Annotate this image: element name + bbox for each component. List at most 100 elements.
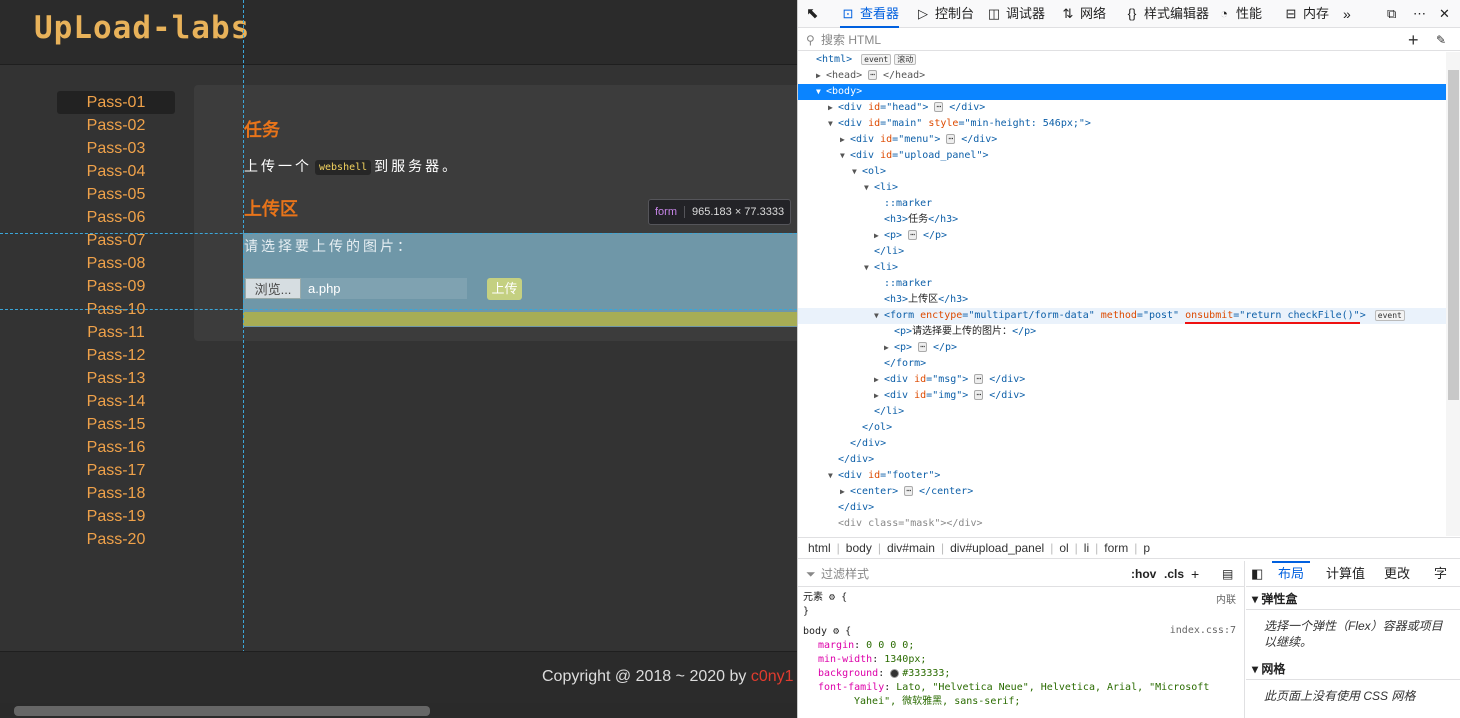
upload-button[interactable]: 上传 bbox=[487, 278, 522, 300]
css-property-name[interactable]: background bbox=[818, 668, 878, 679]
menu-item-pass-16[interactable]: Pass-16 bbox=[57, 436, 175, 459]
tree-node-h3[interactable]: <h3>上传区</h3> bbox=[798, 292, 1446, 308]
eyedropper-icon[interactable]: ✎ bbox=[1436, 29, 1446, 51]
breadcrumb-item[interactable]: li bbox=[1084, 541, 1089, 555]
menu-item-pass-01[interactable]: Pass-01 bbox=[57, 91, 175, 114]
dock-icon[interactable]: ⧉ bbox=[1387, 0, 1396, 28]
menu-item-pass-06[interactable]: Pass-06 bbox=[57, 206, 175, 229]
menu-item-pass-12[interactable]: Pass-12 bbox=[57, 344, 175, 367]
menu-item-pass-09[interactable]: Pass-09 bbox=[57, 275, 175, 298]
add-rule-icon[interactable]: + bbox=[1191, 561, 1199, 587]
filter-styles-input[interactable]: 过滤样式 bbox=[821, 561, 869, 587]
html-search-input[interactable]: 搜索 HTML bbox=[821, 29, 881, 51]
tree-node-center[interactable]: ▶ <center> ⋯ </center> bbox=[798, 484, 1446, 500]
css-property-name[interactable]: min-width bbox=[818, 654, 872, 665]
tree-node-div-head[interactable]: ▶ <div id="head"> ⋯ </div> bbox=[798, 100, 1446, 116]
flexbox-section[interactable]: ▾ 弹性盒 bbox=[1246, 588, 1460, 610]
tree-node-ol-close[interactable]: </ol> bbox=[798, 420, 1446, 436]
tree-node-li-close[interactable]: </li> bbox=[798, 244, 1446, 260]
tree-node-li-close[interactable]: </li> bbox=[798, 404, 1446, 420]
tab-2[interactable]: ◫ 调试器 bbox=[986, 0, 1045, 28]
css-property-value[interactable]: Yahei", 微软雅黑, sans-serif; bbox=[854, 696, 1020, 707]
breadcrumb-item[interactable]: div#upload_panel bbox=[950, 541, 1044, 555]
tree-node-li[interactable]: ▼ <li> bbox=[798, 180, 1446, 196]
breadcrumb-item[interactable]: html bbox=[808, 541, 831, 555]
css-declaration[interactable]: min-width: 1340px; bbox=[818, 653, 926, 667]
horizontal-scrollbar[interactable] bbox=[0, 703, 797, 718]
menu-item-pass-19[interactable]: Pass-19 bbox=[57, 505, 175, 528]
more-tabs-icon[interactable]: » bbox=[1343, 0, 1351, 28]
tree-node-div-close[interactable]: </div> bbox=[798, 500, 1446, 516]
menu-item-pass-11[interactable]: Pass-11 bbox=[57, 321, 175, 344]
body-rule-source[interactable]: index.css:7 bbox=[1170, 625, 1236, 636]
tree-node-li[interactable]: ▼ <li> bbox=[798, 260, 1446, 276]
tree-node-p[interactable]: ▶ <p> ⋯ </p> bbox=[798, 228, 1446, 244]
tree-node-head[interactable]: ▶ <head> ⋯ </head> bbox=[798, 68, 1446, 84]
pick-element-icon[interactable]: ⬉ bbox=[806, 0, 819, 28]
tree-node-h3[interactable]: <h3>任务</h3> bbox=[798, 212, 1446, 228]
tree-node-form-close[interactable]: </form> bbox=[798, 356, 1446, 372]
menu-item-pass-17[interactable]: Pass-17 bbox=[57, 459, 175, 482]
tree-node-form[interactable]: ▼ <form enctype="multipart/form-data" met… bbox=[798, 308, 1446, 324]
css-declaration[interactable]: Yahei", 微软雅黑, sans-serif; bbox=[854, 695, 1020, 709]
tab-fonts[interactable]: 字 bbox=[1434, 561, 1447, 587]
author-link[interactable]: c0ny1 bbox=[751, 668, 794, 685]
tree-node-upload-panel[interactable]: ▼ <div id="upload_panel"> bbox=[798, 148, 1446, 164]
layout-view-icon[interactable]: ◧ bbox=[1251, 561, 1263, 587]
menu-item-pass-04[interactable]: Pass-04 bbox=[57, 160, 175, 183]
grid-section[interactable]: ▾ 网格 bbox=[1246, 658, 1460, 680]
menu-item-pass-05[interactable]: Pass-05 bbox=[57, 183, 175, 206]
tab-0[interactable]: ⊡ 查看器 bbox=[840, 0, 900, 28]
tree-node-div-msg[interactable]: ▶ <div id="msg"> ⋯ </div> bbox=[798, 372, 1446, 388]
cls-toggle[interactable]: .cls bbox=[1164, 561, 1184, 587]
tree-node-p[interactable]: <p>请选择要上传的图片：</p> bbox=[798, 324, 1446, 340]
menu-item-pass-13[interactable]: Pass-13 bbox=[57, 367, 175, 390]
menu-item-pass-08[interactable]: Pass-08 bbox=[57, 252, 175, 275]
menu-item-pass-20[interactable]: Pass-20 bbox=[57, 528, 175, 551]
tree-node-ol[interactable]: ▼ <ol> bbox=[798, 164, 1446, 180]
options-icon[interactable]: ⋯ bbox=[1413, 0, 1426, 28]
site-logo[interactable]: UpLoad-labs bbox=[34, 10, 250, 46]
tab-4[interactable]: {} 样式编辑器 bbox=[1124, 0, 1209, 28]
css-property-name[interactable]: margin bbox=[818, 640, 854, 651]
gear-icon[interactable]: ⚙ bbox=[833, 626, 839, 637]
menu-item-pass-15[interactable]: Pass-15 bbox=[57, 413, 175, 436]
tree-node-div-footer[interactable]: ▼ <div id="footer"> bbox=[798, 468, 1446, 484]
browse-button[interactable]: 浏览... bbox=[245, 278, 301, 299]
tree-node-marker[interactable]: ::marker bbox=[798, 196, 1446, 212]
print-icon[interactable]: ▤ bbox=[1222, 561, 1233, 587]
tree-node-div-main[interactable]: ▼ <div id="main" style="min-height: 546px… bbox=[798, 116, 1446, 132]
tab-5[interactable]: ◔ 性能 bbox=[1216, 0, 1262, 28]
tab-layout[interactable]: 布局 bbox=[1272, 561, 1311, 587]
tree-node-div-mask[interactable]: <div class="mask"></div> bbox=[798, 516, 1446, 532]
close-icon[interactable]: ✕ bbox=[1439, 0, 1450, 28]
breadcrumb-item[interactable]: p bbox=[1143, 541, 1150, 555]
selected-file-name[interactable]: a.php bbox=[301, 278, 467, 299]
tree-node-html[interactable]: <html> event 滚动 bbox=[798, 52, 1446, 68]
breadcrumb-item[interactable]: body bbox=[846, 541, 872, 555]
css-declaration[interactable]: background: #333333; bbox=[818, 667, 950, 681]
menu-item-pass-03[interactable]: Pass-03 bbox=[57, 137, 175, 160]
breadcrumb-item[interactable]: div#main bbox=[887, 541, 935, 555]
tree-node-div-close[interactable]: </div> bbox=[798, 452, 1446, 468]
breadcrumb-item[interactable]: form bbox=[1104, 541, 1128, 555]
scrollbar-thumb[interactable] bbox=[1448, 70, 1459, 400]
tree-node-div-menu[interactable]: ▶ <div id="menu"> ⋯ </div> bbox=[798, 132, 1446, 148]
css-declaration[interactable]: margin: 0 0 0 0; bbox=[818, 639, 914, 653]
tree-node-body[interactable]: ▼ <body> bbox=[798, 84, 1446, 100]
css-property-name[interactable]: font-family bbox=[818, 682, 884, 693]
css-property-value[interactable]: Lato, "Helvetica Neue", Helvetica, Arial… bbox=[896, 682, 1209, 693]
tab-3[interactable]: ⇅ 网络 bbox=[1060, 0, 1106, 28]
gear-icon[interactable]: ⚙ bbox=[829, 592, 835, 603]
tree-node-p[interactable]: ▶ <p> ⋯ </p> bbox=[798, 340, 1446, 356]
menu-item-pass-14[interactable]: Pass-14 bbox=[57, 390, 175, 413]
css-property-value[interactable]: 0 0 0 0; bbox=[866, 640, 914, 651]
tab-changes[interactable]: 更改 bbox=[1384, 561, 1410, 587]
tree-scrollbar[interactable] bbox=[1446, 52, 1460, 536]
menu-item-pass-18[interactable]: Pass-18 bbox=[57, 482, 175, 505]
tab-6[interactable]: ⊟ 内存 bbox=[1283, 0, 1329, 28]
hov-toggle[interactable]: :hov bbox=[1131, 561, 1156, 587]
tab-1[interactable]: ▷ 控制台 bbox=[915, 0, 974, 28]
css-declaration[interactable]: font-family: Lato, "Helvetica Neue", Hel… bbox=[818, 681, 1209, 695]
color-swatch[interactable] bbox=[890, 668, 900, 678]
